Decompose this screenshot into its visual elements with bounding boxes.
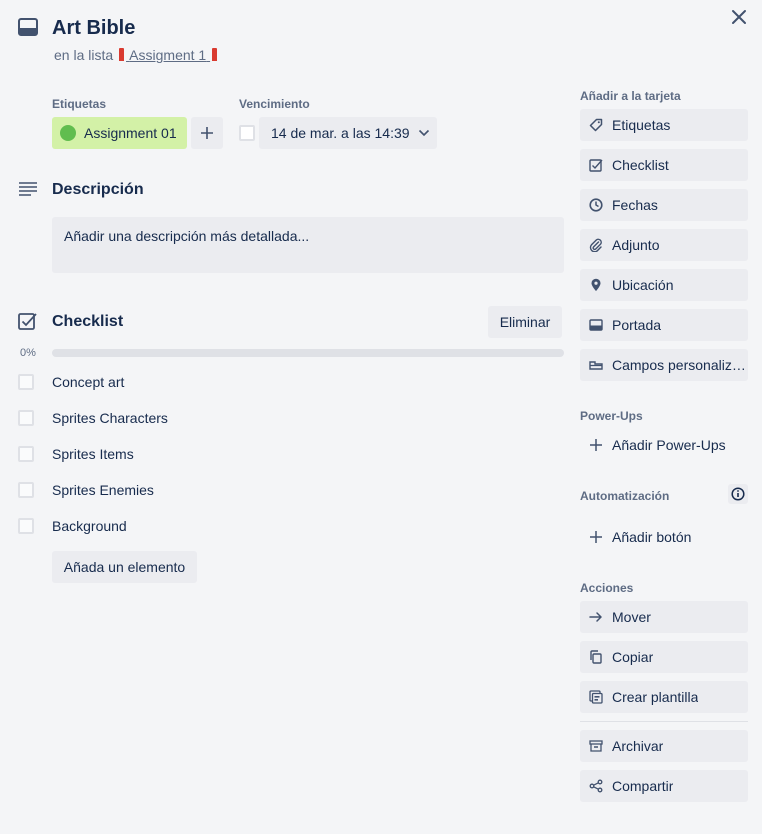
- checklist-item: Sprites Enemies: [18, 476, 564, 504]
- sidebar-attachment-button[interactable]: Adjunto: [580, 229, 748, 261]
- plus-icon: [589, 530, 603, 544]
- due-date-value: 14 de mar. a las 14:39: [271, 125, 410, 141]
- checklist-item: Background: [18, 512, 564, 540]
- checklist-item-text[interactable]: Background: [52, 518, 127, 534]
- checklist-item: Sprites Items: [18, 440, 564, 468]
- checkbox-icon: [589, 158, 603, 172]
- checklist-item-checkbox[interactable]: [18, 446, 34, 462]
- close-button[interactable]: [728, 6, 750, 28]
- arrow-right-icon: [589, 610, 603, 624]
- checklist-item-text[interactable]: Sprites Characters: [52, 410, 168, 426]
- share-button[interactable]: Compartir: [580, 770, 748, 802]
- automation-info-button[interactable]: [728, 484, 748, 504]
- checklist-item: Concept art: [18, 368, 564, 396]
- exclamation-icon: [119, 48, 125, 63]
- sidebar-labels-label: Etiquetas: [612, 117, 671, 133]
- sidebar-dates-label: Fechas: [612, 197, 658, 213]
- share-label: Compartir: [612, 778, 674, 794]
- close-icon[interactable]: [728, 6, 750, 28]
- add-powerups-label: Añadir Power-Ups: [612, 437, 726, 453]
- due-heading: Vencimiento: [239, 97, 310, 111]
- label-name: Assignment 01: [84, 125, 177, 141]
- automation-heading: Automatización: [580, 489, 670, 503]
- checklist-item: Sprites Characters: [18, 404, 564, 432]
- checklist-heading: Checklist: [52, 313, 124, 330]
- sidebar-labels-button[interactable]: Etiquetas: [580, 109, 748, 141]
- add-to-card-heading: Añadir a la tarjeta: [580, 89, 681, 103]
- checklist-item-checkbox[interactable]: [18, 482, 34, 498]
- create-template-button[interactable]: Crear plantilla: [580, 681, 748, 713]
- checklist-item-checkbox[interactable]: [18, 410, 34, 426]
- template-icon: [589, 690, 603, 704]
- description-icon: [18, 181, 38, 197]
- in-list-prefix: en la lista: [54, 47, 114, 63]
- clock-icon: [589, 198, 603, 212]
- add-label-button[interactable]: [191, 117, 223, 149]
- move-label: Mover: [612, 609, 651, 625]
- delete-checklist-button[interactable]: Eliminar: [488, 306, 562, 338]
- location-pin-icon: [589, 278, 603, 292]
- due-date-button[interactable]: 14 de mar. a las 14:39: [259, 117, 437, 149]
- cover-icon: [589, 318, 603, 332]
- add-checklist-item-button[interactable]: Añada un elemento: [52, 551, 197, 583]
- plus-icon: [589, 438, 603, 452]
- paperclip-icon: [589, 238, 603, 252]
- move-button[interactable]: Mover: [580, 601, 748, 633]
- checklist-item-checkbox[interactable]: [18, 518, 34, 534]
- copy-label: Copiar: [612, 649, 654, 665]
- sidebar-checklist-button[interactable]: Checklist: [580, 149, 748, 181]
- archive-icon: [589, 739, 603, 753]
- copy-icon: [589, 650, 603, 664]
- checklist-progress-percent: 0%: [20, 347, 36, 359]
- sidebar-custom-fields-label: Campos personaliza...: [612, 357, 748, 373]
- list-link[interactable]: Assigment 1: [117, 47, 219, 63]
- label-color-dot: [60, 125, 76, 141]
- sidebar-custom-fields-button[interactable]: Campos personaliza...: [580, 349, 748, 381]
- sidebar-attachment-label: Adjunto: [612, 237, 660, 253]
- actions-divider: [580, 721, 748, 722]
- label-chip[interactable]: Assignment 01: [52, 117, 187, 149]
- chevron-down-icon: [418, 129, 429, 137]
- card-icon: [18, 18, 38, 36]
- checklist-icon: [18, 312, 38, 330]
- add-button-button[interactable]: Añadir botón: [580, 521, 748, 553]
- sidebar-location-label: Ubicación: [612, 277, 674, 293]
- sidebar-location-button[interactable]: Ubicación: [580, 269, 748, 301]
- list-name: Assigment 1: [129, 47, 207, 63]
- sidebar-dates-button[interactable]: Fechas: [580, 189, 748, 221]
- copy-button[interactable]: Copiar: [580, 641, 748, 673]
- actions-heading: Acciones: [580, 581, 634, 595]
- labels-heading: Etiquetas: [52, 97, 107, 111]
- in-list-text: en la lista Assigment 1: [54, 47, 219, 63]
- add-powerups-button[interactable]: Añadir Power-Ups: [580, 429, 748, 461]
- archive-label: Archivar: [612, 738, 664, 754]
- checklist-item-checkbox[interactable]: [18, 374, 34, 390]
- sidebar-checklist-label: Checklist: [612, 157, 669, 173]
- plus-icon: [201, 127, 213, 139]
- share-icon: [589, 779, 603, 793]
- checklist-progress-bar: [52, 349, 564, 357]
- sidebar-cover-button[interactable]: Portada: [580, 309, 748, 341]
- tag-icon: [589, 118, 603, 132]
- checklist-item-text[interactable]: Sprites Items: [52, 446, 134, 462]
- add-button-label: Añadir botón: [612, 529, 692, 545]
- powerups-heading: Power-Ups: [580, 409, 643, 423]
- info-icon: [731, 487, 745, 501]
- sidebar-cover-label: Portada: [612, 317, 662, 333]
- create-template-label: Crear plantilla: [612, 689, 699, 705]
- custom-fields-icon: [589, 358, 603, 372]
- checklist-item-text[interactable]: Sprites Enemies: [52, 482, 154, 498]
- description-heading: Descripción: [52, 181, 144, 198]
- card-title[interactable]: Art Bible: [52, 17, 135, 40]
- exclamation-icon: [212, 48, 218, 63]
- description-input[interactable]: Añadir una descripción más detallada...: [52, 217, 564, 273]
- checklist-item-text[interactable]: Concept art: [52, 374, 124, 390]
- archive-button[interactable]: Archivar: [580, 730, 748, 762]
- due-complete-checkbox[interactable]: [239, 125, 255, 141]
